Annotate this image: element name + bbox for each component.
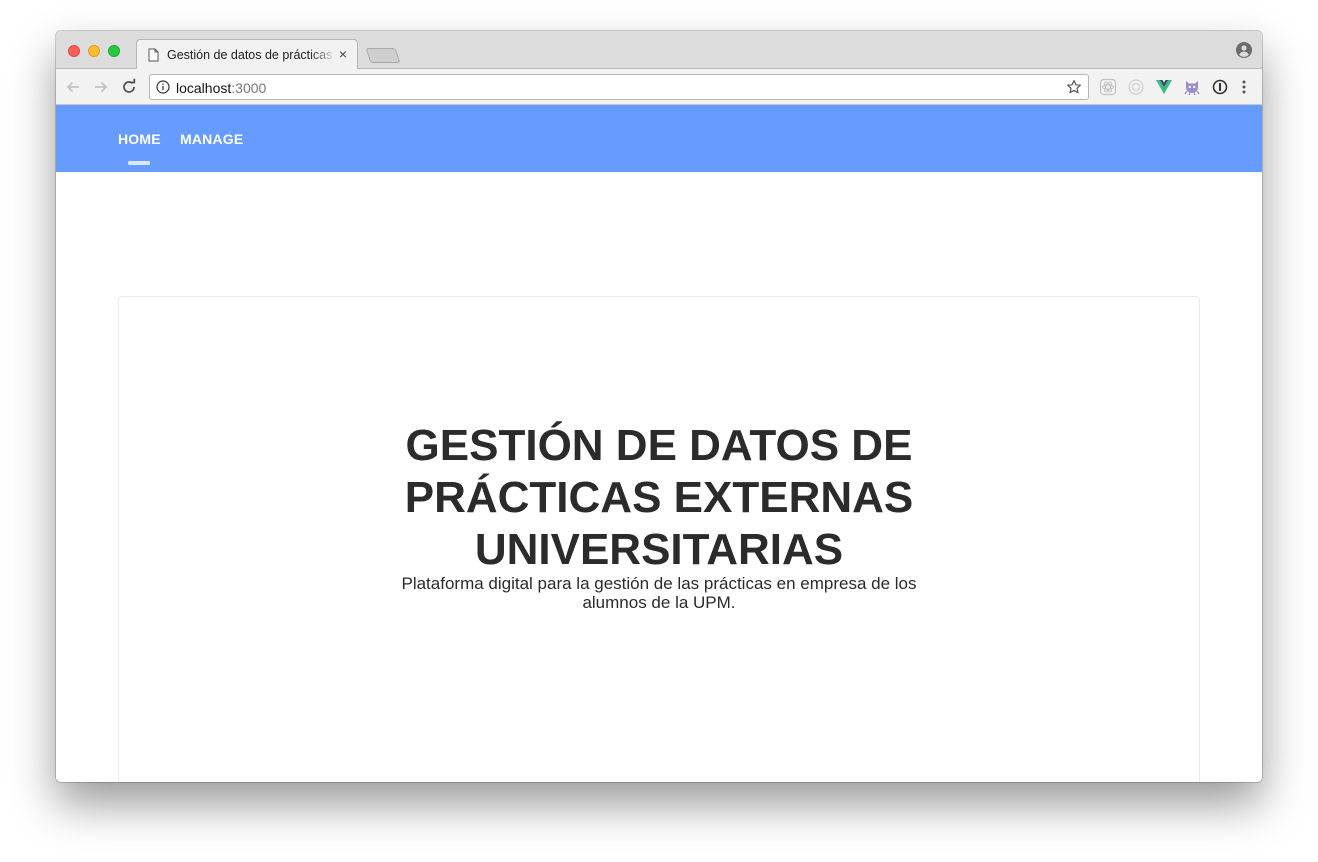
star-icon[interactable] <box>1066 79 1082 100</box>
browser-tab[interactable]: Gestión de datos de prácticas externas u… <box>136 39 358 70</box>
browser-window: Gestión de datos de prácticas externas u… <box>56 31 1262 782</box>
url-port: :3000 <box>231 80 267 96</box>
new-tab-button[interactable] <box>365 48 401 63</box>
github-cat-icon[interactable] <box>1183 78 1201 96</box>
react-devtools-icon[interactable] <box>1099 78 1117 96</box>
address-bar[interactable]: localhost:3000 <box>149 74 1089 100</box>
minimize-window-button[interactable] <box>88 45 100 57</box>
url-host: localhost <box>176 80 232 96</box>
file-icon <box>148 48 159 67</box>
hero-card: GESTIÓN DE DATOS DE PRÁCTICAS EXTERNAS U… <box>118 296 1200 782</box>
url-text: localhost:3000 <box>176 80 266 96</box>
hero-subtitle: Plataforma digital para la gestión de la… <box>401 574 917 612</box>
reload-icon[interactable] <box>120 78 138 96</box>
profile-icon[interactable] <box>1236 42 1252 63</box>
1password-icon[interactable] <box>1211 78 1229 96</box>
back-arrow-icon[interactable] <box>64 78 82 96</box>
title-bar: Gestión de datos de prácticas externas u… <box>56 31 1262 70</box>
browser-toolbar: localhost:3000 <box>56 69 1262 105</box>
nav-manage-link[interactable]: MANAGE <box>180 131 243 147</box>
close-icon[interactable]: × <box>335 46 351 62</box>
app-navbar: HOME MANAGE <box>56 105 1262 172</box>
redux-devtools-icon[interactable] <box>1127 78 1145 96</box>
close-window-button[interactable] <box>68 45 80 57</box>
maximize-window-button[interactable] <box>108 45 120 57</box>
hero-title: GESTIÓN DE DATOS DE PRÁCTICAS EXTERNAS U… <box>404 421 914 574</box>
info-icon[interactable] <box>156 80 170 99</box>
forward-arrow-icon[interactable] <box>92 78 110 96</box>
nav-home-link[interactable]: HOME <box>118 131 161 147</box>
tab-title: Gestión de datos de prácticas externas u… <box>167 48 337 62</box>
vue-devtools-icon[interactable] <box>1155 78 1173 96</box>
more-icon[interactable] <box>1235 78 1253 96</box>
page-content: HOME MANAGE GESTIÓN DE DATOS DE PRÁCTICA… <box>56 105 1262 782</box>
active-tab-indicator <box>128 161 150 165</box>
